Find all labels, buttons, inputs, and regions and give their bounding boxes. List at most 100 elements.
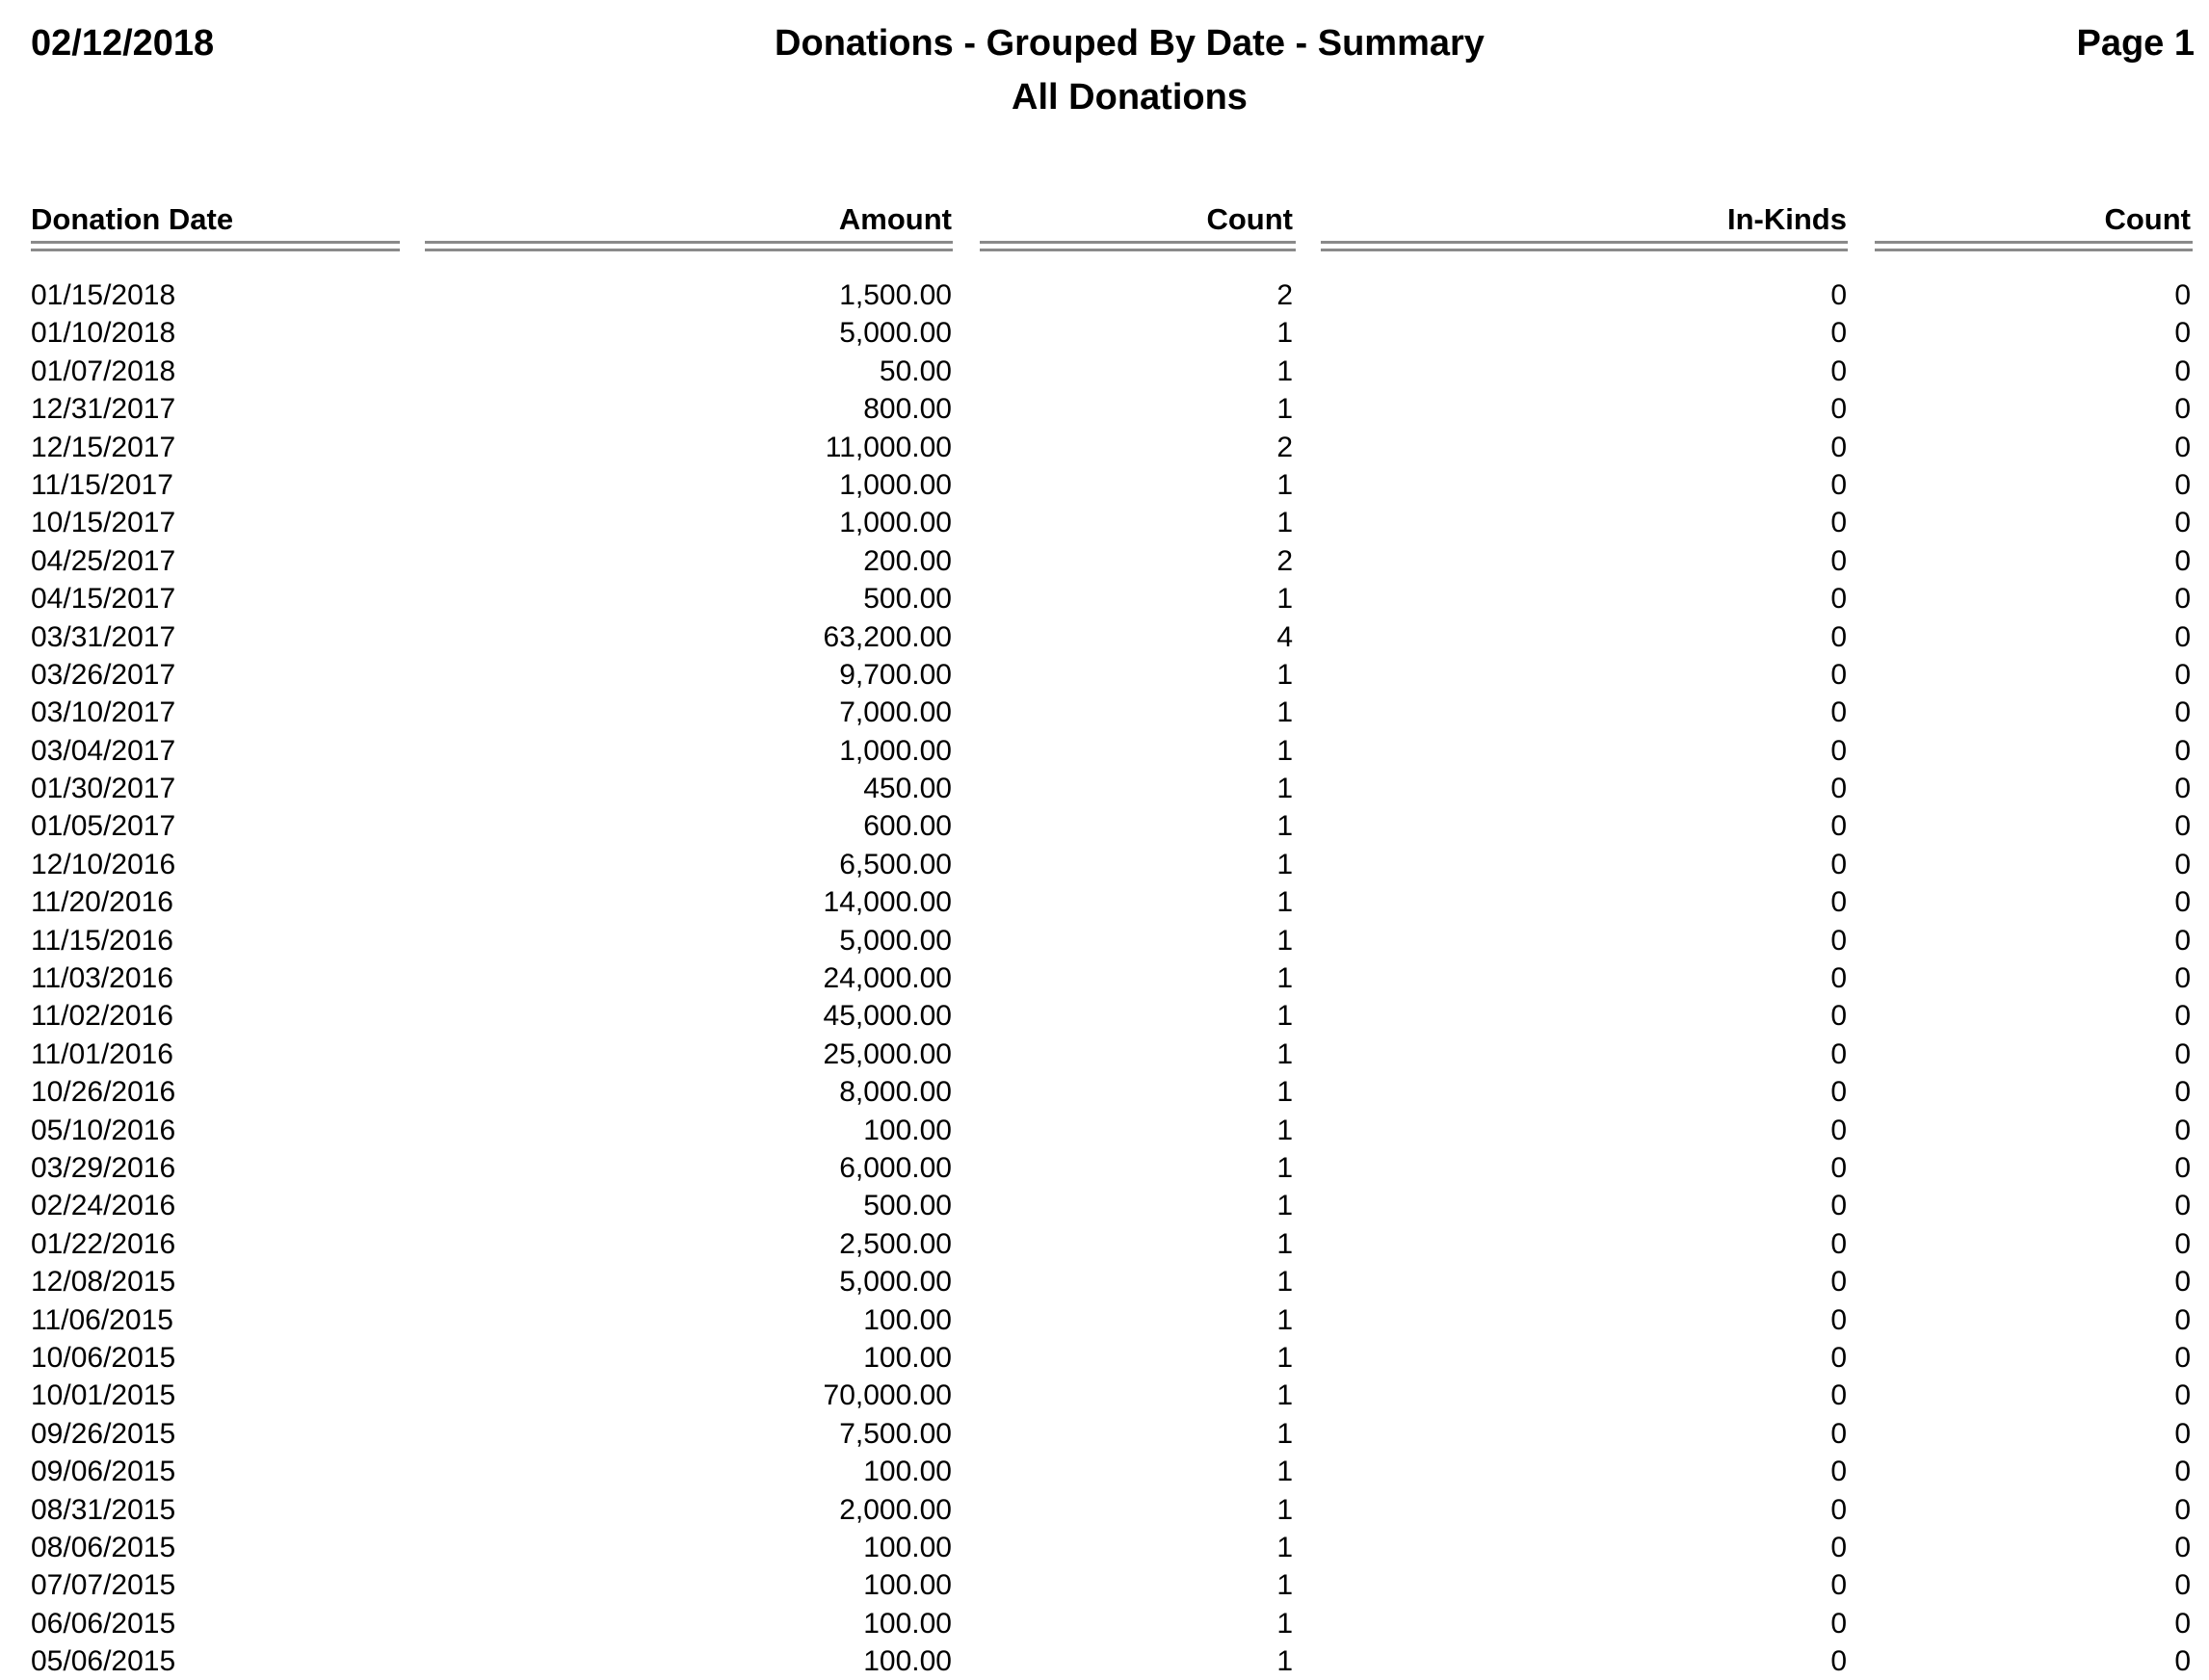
cell-amount: 100.00: [863, 1569, 952, 1602]
table-row: 11/02/2016 45,000.00 1 0 0: [0, 997, 2209, 1035]
column-header-amount: Amount: [838, 202, 952, 236]
cell-amount: 7,500.00: [839, 1417, 952, 1450]
cell-in-kinds: 0: [1830, 354, 1847, 387]
table-row: 01/10/2018 5,000.00 1 0 0: [0, 314, 2209, 352]
cell-count: 1: [1276, 507, 1293, 539]
cell-count: 1: [1276, 1341, 1293, 1374]
cell-amount: 100.00: [863, 1531, 952, 1563]
cell-in-kinds-count: 0: [2174, 810, 2191, 843]
cell-in-kinds: 0: [1830, 507, 1847, 539]
cell-in-kinds: 0: [1830, 1114, 1847, 1146]
cell-date: 12/15/2017: [31, 431, 176, 463]
cell-in-kinds-count: 0: [2174, 1190, 2191, 1222]
cell-count: 1: [1276, 354, 1293, 387]
cell-in-kinds-count: 0: [2174, 431, 2191, 463]
cell-count: 1: [1276, 734, 1293, 767]
cell-in-kinds: 0: [1830, 658, 1847, 691]
cell-in-kinds: 0: [1830, 620, 1847, 653]
cell-in-kinds: 0: [1830, 773, 1847, 805]
cell-count: 1: [1276, 1076, 1293, 1109]
table-row: 08/31/2015 2,000.00 1 0 0: [0, 1491, 2209, 1529]
header-rule-count: [980, 241, 1296, 251]
cell-count: 1: [1276, 317, 1293, 350]
table-row: 11/15/2016 5,000.00 1 0 0: [0, 922, 2209, 959]
cell-amount: 1,000.00: [839, 468, 952, 501]
cell-in-kinds-count: 0: [2174, 620, 2191, 653]
cell-count: 1: [1276, 962, 1293, 995]
cell-in-kinds-count: 0: [2174, 696, 2191, 729]
cell-amount: 800.00: [863, 393, 952, 426]
column-header-in-kinds: In-Kinds: [1727, 202, 1847, 236]
cell-date: 08/31/2015: [31, 1493, 176, 1526]
report-subtitle: All Donations: [1012, 77, 1248, 118]
cell-amount: 1,500.00: [839, 279, 952, 311]
cell-count: 1: [1276, 1227, 1293, 1260]
cell-in-kinds-count: 0: [2174, 1227, 2191, 1260]
cell-in-kinds: 0: [1830, 848, 1847, 880]
table-row: 09/26/2015 7,500.00 1 0 0: [0, 1415, 2209, 1453]
cell-in-kinds-count: 0: [2174, 658, 2191, 691]
cell-in-kinds: 0: [1830, 1607, 1847, 1640]
cell-date: 11/15/2016: [31, 924, 173, 957]
cell-in-kinds-count: 0: [2174, 1000, 2191, 1033]
table-row: 09/06/2015 100.00 1 0 0: [0, 1453, 2209, 1490]
cell-in-kinds: 0: [1830, 317, 1847, 350]
cell-date: 12/31/2017: [31, 393, 176, 426]
cell-amount: 100.00: [863, 1645, 952, 1678]
cell-amount: 6,500.00: [839, 848, 952, 880]
cell-amount: 500.00: [863, 1190, 952, 1222]
table-row: 03/26/2017 9,700.00 1 0 0: [0, 656, 2209, 694]
cell-date: 05/06/2015: [31, 1645, 176, 1678]
cell-count: 1: [1276, 1114, 1293, 1146]
cell-date: 03/04/2017: [31, 734, 176, 767]
cell-date: 09/06/2015: [31, 1456, 176, 1488]
donations-table-body: 01/15/2018 1,500.00 2 0 0 01/10/2018 5,000.00 1…: [0, 276, 2209, 1680]
cell-in-kinds-count: 0: [2174, 1303, 2191, 1336]
cell-in-kinds-count: 0: [2174, 1379, 2191, 1412]
cell-date: 03/10/2017: [31, 696, 176, 729]
cell-amount: 24,000.00: [823, 962, 952, 995]
cell-in-kinds-count: 0: [2174, 1607, 2191, 1640]
cell-date: 11/01/2016: [31, 1037, 173, 1070]
cell-amount: 63,200.00: [823, 620, 952, 653]
cell-count: 1: [1276, 1190, 1293, 1222]
cell-date: 09/26/2015: [31, 1417, 176, 1450]
table-row: 01/30/2017 450.00 1 0 0: [0, 770, 2209, 807]
cell-count: 1: [1276, 1645, 1293, 1678]
cell-in-kinds: 0: [1830, 1569, 1847, 1602]
cell-in-kinds-count: 0: [2174, 848, 2191, 880]
cell-amount: 50.00: [879, 354, 952, 387]
cell-count: 1: [1276, 886, 1293, 919]
table-row: 04/15/2017 500.00 1 0 0: [0, 580, 2209, 617]
cell-in-kinds-count: 0: [2174, 886, 2191, 919]
cell-in-kinds-count: 0: [2174, 507, 2191, 539]
cell-count: 1: [1276, 658, 1293, 691]
table-row: 08/06/2015 100.00 1 0 0: [0, 1529, 2209, 1566]
table-row: 10/15/2017 1,000.00 1 0 0: [0, 504, 2209, 541]
cell-in-kinds: 0: [1830, 1151, 1847, 1184]
cell-count: 1: [1276, 583, 1293, 616]
table-row: 11/01/2016 25,000.00 1 0 0: [0, 1036, 2209, 1073]
cell-in-kinds: 0: [1830, 1000, 1847, 1033]
table-row: 11/03/2016 24,000.00 1 0 0: [0, 959, 2209, 997]
cell-in-kinds-count: 0: [2174, 317, 2191, 350]
cell-in-kinds-count: 0: [2174, 1114, 2191, 1146]
cell-date: 01/10/2018: [31, 317, 176, 350]
cell-amount: 7,000.00: [839, 696, 952, 729]
cell-amount: 70,000.00: [823, 1379, 952, 1412]
cell-in-kinds: 0: [1830, 1379, 1847, 1412]
cell-date: 01/22/2016: [31, 1227, 176, 1260]
table-row: 06/06/2015 100.00 1 0 0: [0, 1605, 2209, 1642]
cell-count: 1: [1276, 393, 1293, 426]
cell-count: 1: [1276, 773, 1293, 805]
table-row: 04/25/2017 200.00 2 0 0: [0, 542, 2209, 580]
cell-in-kinds-count: 0: [2174, 1493, 2191, 1526]
cell-count: 1: [1276, 1266, 1293, 1299]
table-row: 11/06/2015 100.00 1 0 0: [0, 1301, 2209, 1339]
cell-in-kinds-count: 0: [2174, 924, 2191, 957]
cell-date: 04/25/2017: [31, 544, 176, 577]
cell-amount: 45,000.00: [823, 1000, 952, 1033]
cell-date: 03/31/2017: [31, 620, 176, 653]
table-row: 10/01/2015 70,000.00 1 0 0: [0, 1377, 2209, 1414]
cell-amount: 1,000.00: [839, 507, 952, 539]
